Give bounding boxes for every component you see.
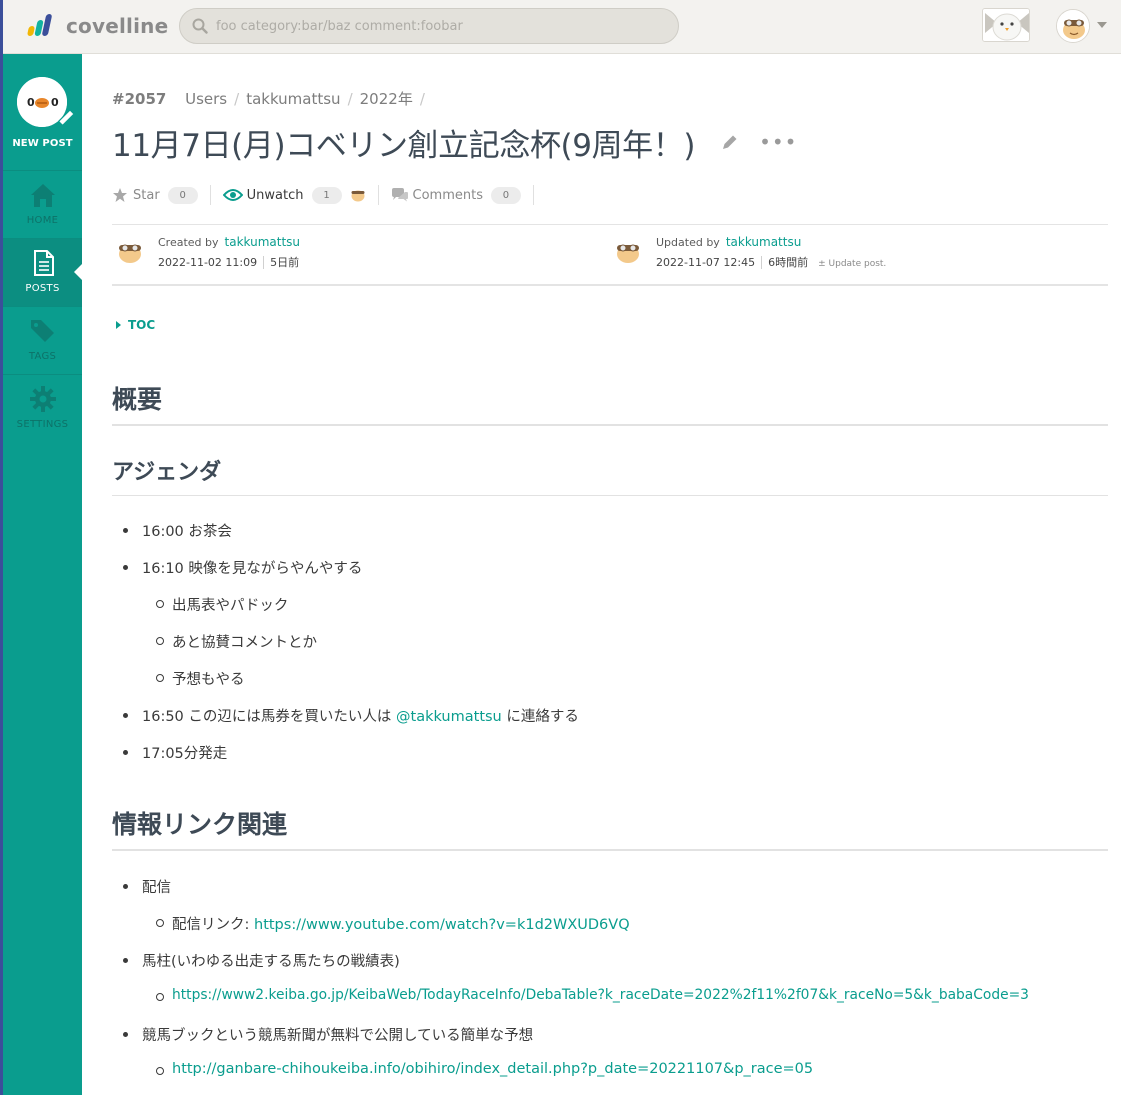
search-icon: [192, 18, 208, 34]
list-item: 配信: [123, 876, 171, 897]
debatable-link[interactable]: https://www2.keiba.go.jp/KeibaWeb/TodayR…: [172, 987, 1029, 1003]
page-title: 11月7日(月)コベリン創立記念杯(9周年！): [112, 127, 696, 164]
youtube-link[interactable]: https://www.youtube.com/watch?v=k1d2WXUD…: [254, 917, 630, 933]
list-item: 17:05分発走: [122, 742, 227, 763]
mention-link[interactable]: @takkumattsu: [396, 709, 502, 725]
tags-icon: [31, 320, 54, 342]
pencil-icon: [56, 109, 75, 128]
created-label: Created by: [158, 236, 219, 249]
watcher-avatar-icon: [351, 190, 365, 202]
search-box[interactable]: [179, 8, 679, 44]
star-label: Star: [133, 187, 160, 203]
comments-button[interactable]: Comments 0: [391, 186, 521, 204]
heading-overview: 概要: [112, 380, 1108, 426]
user-avatar-icon: [1057, 10, 1089, 42]
created-ago: 5日前: [263, 256, 300, 269]
sidebar-item-tags[interactable]: TAGS: [3, 306, 82, 374]
app-logo[interactable]: covelline: [24, 14, 168, 38]
comments-count: 0: [490, 186, 521, 204]
updated-ago: 6時間前: [761, 256, 809, 269]
team-avatar[interactable]: [982, 8, 1030, 42]
list-item: あと協賛コメントとか: [156, 631, 317, 652]
comments-label: Comments: [412, 187, 483, 203]
watch-label: Unwatch: [246, 187, 304, 203]
list-item: 馬柱(いわゆる出走する馬たちの戦績表): [123, 950, 400, 971]
title-row: 11月7日(月)コベリン創立記念杯(9周年！) •••: [112, 120, 1108, 164]
sidebar-item-posts[interactable]: POSTS: [3, 238, 83, 306]
sidebar-item-label: TAGS: [28, 351, 57, 362]
breadcrumb-item[interactable]: takkumattsu: [246, 90, 340, 108]
breadcrumb-item[interactable]: Users: [185, 90, 227, 108]
creator-avatar-icon[interactable]: [116, 239, 144, 265]
list-item: 16:00 お茶会: [123, 520, 232, 541]
bird-mascot-icon: [983, 9, 1029, 41]
logo-mark-icon: [24, 14, 54, 38]
sidebar-item-label: SETTINGS: [16, 419, 69, 430]
home-icon: [31, 184, 55, 207]
updater-link[interactable]: takkumattsu: [726, 235, 802, 249]
post-number[interactable]: #2057: [112, 90, 166, 108]
post-actions: Star 0 Unwatch 1 Comments 0: [112, 184, 546, 206]
creator-link[interactable]: takkumattsu: [225, 235, 301, 249]
user-menu-chevron-down-icon[interactable]: [1097, 22, 1107, 28]
comments-icon: [391, 188, 408, 202]
updated-date: 2022-11-07 12:45: [656, 256, 756, 269]
created-date: 2022-11-02 11:09: [158, 256, 258, 269]
edit-pencil-icon[interactable]: [721, 133, 739, 151]
list-item: 16:10 映像を見ながらやんやする: [122, 557, 362, 578]
search-input[interactable]: [216, 18, 656, 34]
updater-avatar-icon[interactable]: [614, 239, 642, 265]
sidebar-item-settings[interactable]: SETTINGS: [3, 374, 82, 442]
user-avatar[interactable]: [1056, 9, 1090, 43]
list-item: https://www2.keiba.go.jp/KeibaWeb/TodayR…: [156, 987, 1029, 1003]
star-icon: [113, 188, 127, 202]
prediction-link[interactable]: http://ganbare-chihoukeiba.info/obihiro/…: [172, 1061, 813, 1077]
active-indicator: [74, 263, 83, 281]
list-item: 16:50 この辺には馬券を買いたい人は @takkumattsu に連絡する: [123, 705, 579, 726]
sidebar-item-home[interactable]: HOME: [3, 170, 82, 238]
star-count: 0: [167, 186, 198, 204]
toc-toggle[interactable]: TOC: [116, 318, 155, 332]
eye-icon: [222, 189, 243, 201]
sidebar: 0 0 NEW POST HOME POSTS TAGS SETTINGS: [3, 54, 83, 1095]
heading-agenda: アジェンダ: [112, 454, 1108, 496]
post-meta: Created by takkumattsu 2022-11-02 11:09 5日…: [112, 224, 1108, 286]
updated-label: Updated by: [656, 236, 720, 249]
update-post-link[interactable]: ± Update post.: [818, 259, 886, 269]
gear-icon: [30, 386, 56, 412]
sidebar-item-label: POSTS: [25, 283, 60, 294]
sidebar-item-label: HOME: [26, 215, 59, 226]
document-icon: [34, 250, 54, 276]
list-item: 配信リンク: https://www.youtube.com/watch?v=k…: [156, 913, 630, 934]
list-item: 予想もやる: [156, 668, 245, 689]
list-item: 出馬表やパドック: [155, 594, 288, 615]
more-options-button[interactable]: •••: [759, 130, 797, 154]
breadcrumb-item[interactable]: 2022年: [360, 90, 413, 108]
svg-text:0: 0: [27, 96, 35, 109]
logo-text: covelline: [66, 14, 169, 38]
toc-label: TOC: [128, 318, 156, 332]
breadcrumb: #2057 Users / takkumattsu/2022年 /: [112, 90, 425, 108]
list-item: http://ganbare-chihoukeiba.info/obihiro/…: [155, 1061, 813, 1077]
new-post-button[interactable]: 0 0 NEW POST: [3, 54, 82, 170]
top-bar: covelline: [0, 0, 1121, 54]
new-post-label: NEW POST: [12, 138, 73, 149]
star-button[interactable]: Star 0: [112, 186, 198, 204]
caret-right-icon: [116, 321, 121, 329]
list-item: 競馬ブックという競馬新聞が無料で公開している簡単な予想: [122, 1024, 533, 1045]
unwatch-button[interactable]: Unwatch 1: [222, 186, 366, 204]
watch-count: 1: [311, 186, 342, 204]
heading-links: 情報リンク関連: [112, 805, 1108, 851]
